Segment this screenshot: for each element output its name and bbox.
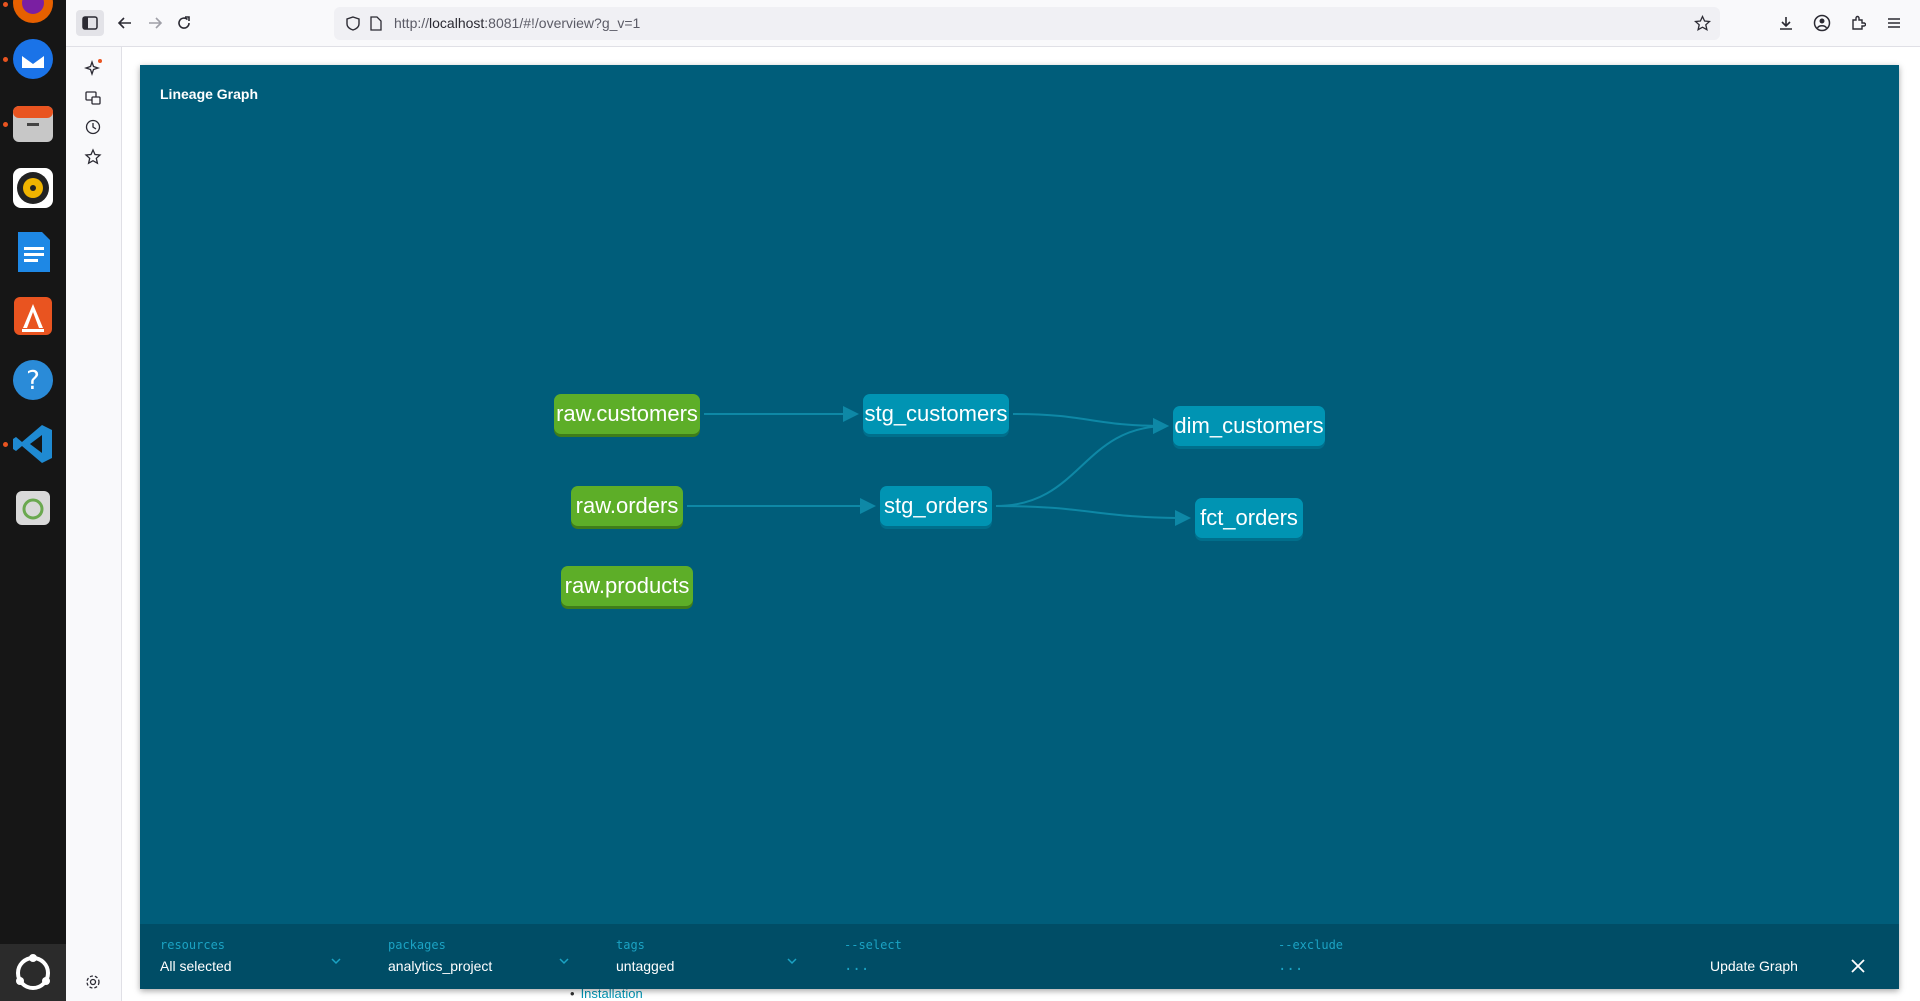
node-label: fct_orders [1200, 505, 1298, 530]
reload-button[interactable] [172, 11, 196, 35]
svg-text:?: ? [26, 366, 40, 396]
devices-icon [85, 91, 101, 105]
ai-chat-button[interactable] [80, 55, 106, 81]
lineage-graph-canvas[interactable]: raw.customers raw.orders raw.products stg_c… [140, 65, 1899, 924]
exclude-label: --exclude [1278, 938, 1344, 952]
node-label: raw.customers [556, 401, 698, 426]
running-indicator [3, 57, 8, 62]
rhythmbox-icon[interactable] [10, 165, 56, 211]
chevron-down-icon[interactable] [786, 956, 798, 966]
url-host: localhost [429, 15, 485, 31]
url-path: :8081/#!/overview?g_v=1 [484, 15, 641, 31]
graph-node-raw-customers[interactable]: raw.customers [554, 394, 700, 437]
clock-icon [85, 119, 101, 135]
lineage-edge [995, 505, 1191, 526]
files-icon[interactable] [10, 101, 56, 147]
browser-toolbar: http://localhost:8081/#!/overview?g_v=1 [66, 0, 1920, 47]
sidebar-toggle-button[interactable] [76, 10, 104, 36]
url-bar[interactable]: http://localhost:8081/#!/overview?g_v=1 [334, 7, 1720, 40]
graph-node-raw-orders[interactable]: raw.orders [571, 486, 683, 529]
tags-value[interactable]: untagged [616, 958, 796, 974]
gear-icon [86, 975, 100, 989]
node-label: stg_customers [864, 401, 1007, 426]
exclude-input[interactable]: ... [1278, 958, 1678, 974]
sidebar-icon [82, 16, 98, 30]
lineage-edge [995, 418, 1169, 507]
chevron-down-icon[interactable] [558, 956, 570, 966]
packages-filter[interactable]: packages analytics_project [388, 938, 568, 974]
hamburger-icon [1888, 18, 1900, 28]
tags-label: tags [616, 938, 645, 952]
lineage-edge [1012, 413, 1169, 434]
firefox-icon[interactable] [10, 0, 56, 26]
synced-tabs-button[interactable] [80, 85, 106, 111]
bookmarks-button[interactable] [80, 144, 106, 170]
forward-button[interactable] [143, 11, 167, 35]
url-text[interactable]: http://localhost:8081/#!/overview?g_v=1 [394, 15, 640, 31]
close-icon[interactable] [1848, 956, 1868, 976]
select-label: --select [844, 938, 902, 952]
reload-icon [178, 16, 190, 29]
content-area: Installation Lineage Graph raw.customers… [66, 47, 1920, 1001]
thunderbird-icon[interactable] [10, 36, 56, 82]
resources-value[interactable]: All selected [160, 958, 340, 974]
dbt-docs-page: Installation Lineage Graph raw.customers… [122, 47, 1920, 1001]
graph-node-dim-customers[interactable]: dim_customers [1173, 406, 1325, 449]
resources-filter[interactable]: resources All selected [160, 938, 340, 974]
writer-icon[interactable] [10, 229, 56, 275]
puzzle-icon [1852, 15, 1866, 30]
running-indicator [3, 2, 8, 7]
graph-node-stg-customers[interactable]: stg_customers [863, 394, 1009, 437]
vscode-icon[interactable] [10, 421, 56, 467]
sidebar-settings-button[interactable] [80, 969, 106, 995]
select-filter[interactable]: --select ... [844, 938, 1244, 974]
packages-value[interactable]: analytics_project [388, 958, 568, 974]
packages-label: packages [388, 938, 446, 952]
select-input[interactable]: ... [844, 958, 1244, 974]
node-label: raw.products [565, 573, 690, 598]
lineage-graph-modal: Lineage Graph raw.customers raw.orders raw… [140, 65, 1899, 989]
ubuntu-logo-icon [16, 953, 50, 990]
browser-window: http://localhost:8081/#!/overview?g_v=1 [66, 0, 1920, 1001]
browser-sidebar-strip [66, 47, 122, 1001]
graph-node-raw-products[interactable]: raw.products [561, 566, 693, 609]
shield-icon[interactable] [346, 16, 360, 31]
running-indicator [3, 122, 8, 127]
graph-filter-bar: resources All selected packages analytic… [140, 924, 1899, 989]
update-graph-button[interactable]: Update Graph [1710, 958, 1798, 974]
bookmark-star-icon[interactable] [1694, 15, 1711, 32]
account-button[interactable] [1810, 11, 1834, 35]
graph-node-stg-orders[interactable]: stg_orders [880, 486, 992, 529]
ubuntu-dock: ? [0, 0, 66, 1001]
back-button[interactable] [113, 11, 137, 35]
trash-icon[interactable] [10, 485, 56, 531]
history-button[interactable] [80, 114, 106, 140]
page-icon [370, 16, 382, 31]
star-icon [84, 148, 102, 165]
chevron-down-icon[interactable] [330, 956, 342, 966]
running-indicator [3, 442, 8, 447]
arrow-right-icon [149, 17, 163, 29]
resources-label: resources [160, 938, 226, 952]
downloads-button[interactable] [1774, 11, 1798, 35]
graph-node-fct-orders[interactable]: fct_orders [1195, 498, 1303, 541]
sparkle-icon [84, 59, 102, 77]
node-label: raw.orders [576, 493, 679, 518]
arrow-left-icon [117, 17, 131, 29]
extensions-button[interactable] [1846, 11, 1870, 35]
exclude-filter[interactable]: --exclude ... [1278, 938, 1678, 974]
help-icon[interactable]: ? [10, 357, 56, 403]
account-icon [1813, 14, 1831, 32]
app-center-icon[interactable] [10, 293, 56, 339]
download-icon [1780, 17, 1792, 30]
menu-button[interactable] [1882, 11, 1906, 35]
url-scheme: http:// [394, 15, 430, 31]
node-label: dim_customers [1174, 413, 1323, 438]
node-label: stg_orders [884, 493, 988, 518]
show-apps-button[interactable] [0, 944, 66, 1001]
tags-filter[interactable]: tags untagged [616, 938, 796, 974]
